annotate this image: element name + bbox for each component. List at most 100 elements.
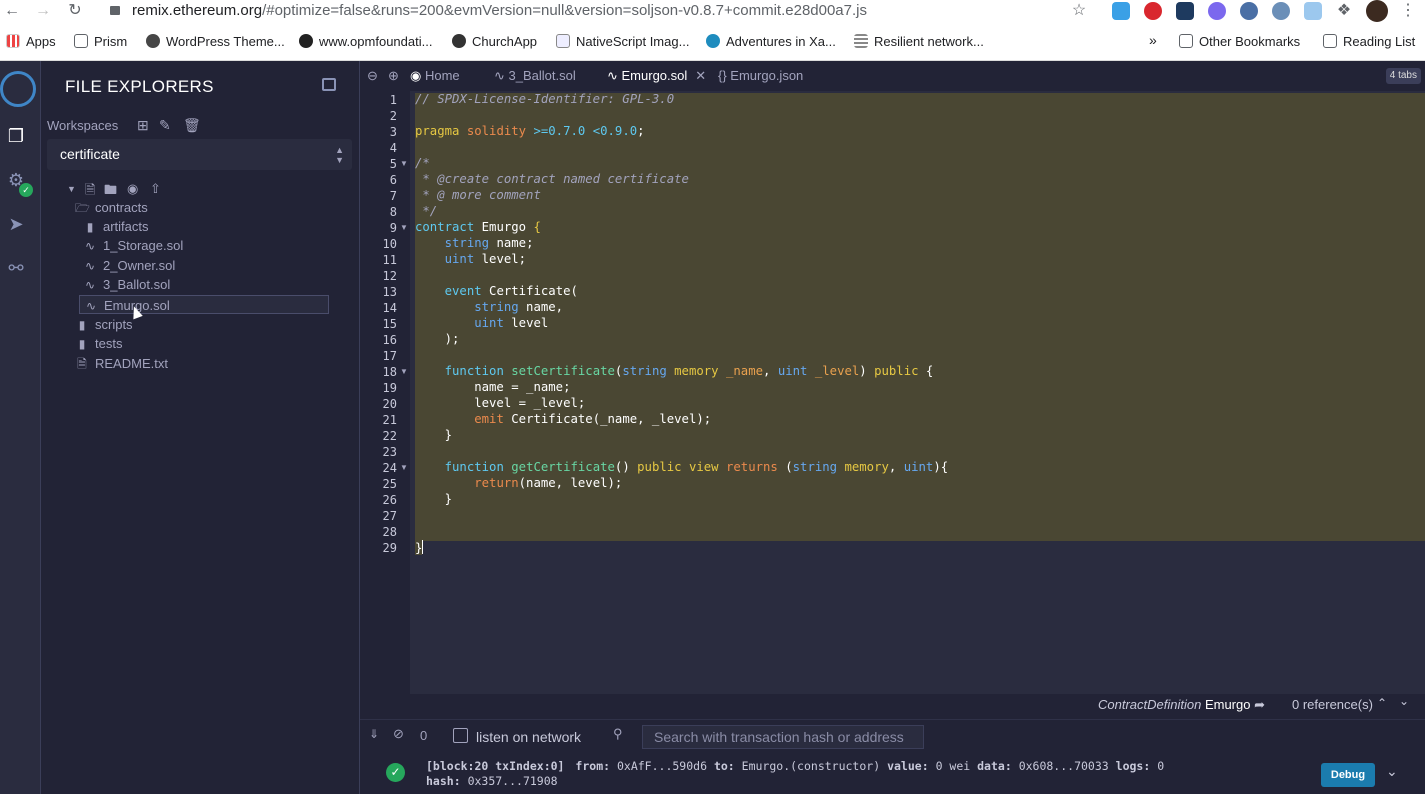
extension-icon[interactable] bbox=[1176, 2, 1194, 20]
book-icon[interactable] bbox=[322, 78, 336, 91]
collapse-caret-icon[interactable]: ▼ bbox=[67, 184, 76, 194]
fold-arrow-icon[interactable]: ▼ bbox=[400, 463, 408, 472]
delete-workspace-icon[interactable]: 🗑 bbox=[183, 117, 201, 134]
tab-home[interactable]: ◉ Home bbox=[410, 61, 460, 91]
page-icon bbox=[556, 34, 570, 48]
rename-workspace-icon[interactable]: ✎ bbox=[159, 117, 171, 134]
code-line: * @create contract named certificate bbox=[415, 172, 689, 186]
tx-log-line[interactable]: [block:20 txIndex:0] from: 0xAfF...590d6… bbox=[426, 759, 1164, 773]
clear-console-icon[interactable]: ⊘ bbox=[393, 726, 404, 742]
code-line: } bbox=[415, 428, 453, 442]
tree-item-readme[interactable]: 🗎 README.txt bbox=[75, 354, 168, 373]
folder-icon bbox=[1179, 34, 1193, 48]
apps-grid-icon bbox=[6, 34, 20, 48]
debug-button[interactable]: Debug bbox=[1321, 763, 1375, 787]
bookmark-nativescript[interactable]: NativeScript Imag... bbox=[556, 34, 689, 49]
menu-icon[interactable]: ⋮ bbox=[1398, 1, 1418, 21]
avatar[interactable] bbox=[1366, 0, 1388, 22]
extension-icon[interactable] bbox=[1272, 2, 1290, 20]
file-icon: 🗎 bbox=[77, 357, 87, 371]
workspaces-label: Workspaces bbox=[47, 118, 119, 133]
tree-item-contracts[interactable]: 🗁 contracts bbox=[75, 198, 148, 217]
code-line: pragma solidity >=0.7.0 <0.9.0; bbox=[415, 124, 645, 138]
fold-arrow-icon[interactable]: ▼ bbox=[400, 367, 408, 376]
go-to-definition-icon[interactable]: ➦ bbox=[1254, 697, 1265, 712]
plugin-manager-icon[interactable]: ⚯ bbox=[5, 257, 27, 279]
bookmark-opm[interactable]: www.opmfoundati... bbox=[299, 34, 432, 49]
tab-ballot[interactable]: ∿ 3_Ballot.sol bbox=[494, 61, 576, 91]
code-line: level = _level; bbox=[415, 396, 586, 410]
bookmark-churchapp[interactable]: ChurchApp bbox=[452, 34, 537, 49]
url-path: /#optimize=false&runs=200&evmVersion=nul… bbox=[262, 2, 867, 19]
back-icon[interactable]: ← bbox=[2, 1, 22, 21]
fold-arrow-icon[interactable]: ▼ bbox=[400, 223, 408, 232]
lines-icon bbox=[854, 34, 868, 48]
close-tab-icon[interactable]: ✕ bbox=[695, 68, 706, 83]
home-icon: ◉ bbox=[410, 68, 425, 83]
extension-icon[interactable] bbox=[1240, 2, 1258, 20]
bookmark-apps[interactable]: Apps bbox=[6, 34, 56, 49]
reading-list[interactable]: Reading List bbox=[1323, 34, 1415, 49]
line-number: 13 bbox=[382, 285, 397, 299]
extension-icon[interactable] bbox=[1304, 2, 1322, 20]
code-line: event Certificate( bbox=[444, 284, 578, 298]
code-line: /* bbox=[415, 156, 430, 170]
tree-item-ballot[interactable]: ∿ 3_Ballot.sol bbox=[83, 275, 170, 294]
puzzle-icon[interactable]: ❖ bbox=[1334, 1, 1354, 21]
extension-icon[interactable] bbox=[1208, 2, 1226, 20]
zoom-out-icon[interactable]: ⊖ bbox=[367, 61, 378, 91]
tree-item-artifacts[interactable]: ▮ artifacts bbox=[83, 217, 149, 236]
tab-emurgo-json[interactable]: {} Emurgo.json bbox=[718, 61, 803, 91]
line-number: 4 bbox=[389, 141, 397, 155]
star-icon[interactable]: ☆ bbox=[1069, 1, 1089, 21]
bookmarks-overflow[interactable]: » bbox=[1149, 32, 1157, 48]
bookmark-resilient[interactable]: Resilient network... bbox=[854, 34, 984, 49]
fold-arrow-icon[interactable]: ▼ bbox=[400, 159, 408, 168]
line-number: 21 bbox=[382, 413, 397, 427]
workspace-select[interactable]: certificate ▲ ▼ bbox=[47, 139, 352, 170]
github-icon[interactable]: ◉ bbox=[127, 181, 138, 197]
next-reference-icon[interactable]: ⌄ bbox=[1399, 694, 1409, 708]
remix-logo-icon[interactable] bbox=[0, 71, 36, 107]
folder-icon: ▮ bbox=[78, 318, 86, 332]
tx-success-icon: ✓ bbox=[386, 763, 405, 782]
bookmarks-bar: Apps Prism WordPress Theme... www.opmfou… bbox=[0, 28, 1425, 61]
create-workspace-icon[interactable]: ⊞ bbox=[137, 117, 149, 134]
mega-extension-icon[interactable] bbox=[1144, 2, 1162, 20]
bookmark-wordpress[interactable]: WordPress Theme... bbox=[146, 34, 285, 49]
tab-emurgo-sol[interactable]: ∿ Emurgo.sol ✕ bbox=[607, 61, 711, 91]
reload-icon[interactable]: ↻ bbox=[65, 1, 85, 21]
address-bar[interactable]: remix.ethereum.org/#optimize=false&runs=… bbox=[132, 2, 867, 19]
extension-icon[interactable] bbox=[1112, 2, 1130, 20]
code-line: */ bbox=[415, 204, 438, 218]
line-number: 27 bbox=[382, 509, 397, 523]
listen-checkbox[interactable] bbox=[453, 728, 468, 743]
folder-icon: ▮ bbox=[78, 337, 86, 351]
tree-item-emurgo[interactable]: ∿ Emurgo.sol bbox=[79, 295, 329, 314]
expand-log-icon[interactable]: ⌄ bbox=[1386, 763, 1398, 780]
tree-item-owner[interactable]: ∿ 2_Owner.sol bbox=[83, 256, 175, 275]
bookmark-prism[interactable]: Prism bbox=[74, 34, 127, 49]
tx-search-input[interactable]: Search with transaction hash or address bbox=[642, 725, 924, 749]
file-explorers-icon[interactable]: ❐ bbox=[5, 125, 27, 147]
bookmark-adventures[interactable]: Adventures in Xa... bbox=[706, 34, 836, 49]
deploy-run-icon[interactable]: ➤ bbox=[5, 213, 27, 235]
line-number: 15 bbox=[382, 317, 397, 331]
solidity-file-icon: ∿ bbox=[85, 299, 97, 313]
tree-item-scripts[interactable]: ▮ scripts bbox=[75, 315, 133, 334]
tree-item-tests[interactable]: ▮ tests bbox=[75, 334, 123, 353]
line-number: 7 bbox=[389, 189, 397, 203]
line-number: 11 bbox=[382, 253, 397, 267]
file-explorer-panel: FILE EXPLORERS Workspaces ⊞ ✎ 🗑 certific… bbox=[41, 61, 360, 794]
collapse-terminal-icon[interactable]: ⇓ bbox=[369, 727, 379, 741]
tab-count-badge[interactable]: 4 tabs bbox=[1385, 68, 1421, 84]
forward-icon[interactable]: → bbox=[33, 1, 53, 21]
prev-reference-icon[interactable]: ⌃ bbox=[1377, 696, 1387, 710]
other-bookmarks[interactable]: Other Bookmarks bbox=[1179, 34, 1300, 49]
line-number: 17 bbox=[382, 349, 397, 363]
line-number: 1 bbox=[389, 93, 397, 107]
upload-icon[interactable]: ⇧ bbox=[150, 181, 161, 197]
code-line: string name; bbox=[444, 236, 534, 250]
tree-item-storage[interactable]: ∿ 1_Storage.sol bbox=[83, 236, 183, 255]
zoom-in-icon[interactable]: ⊕ bbox=[388, 61, 399, 91]
